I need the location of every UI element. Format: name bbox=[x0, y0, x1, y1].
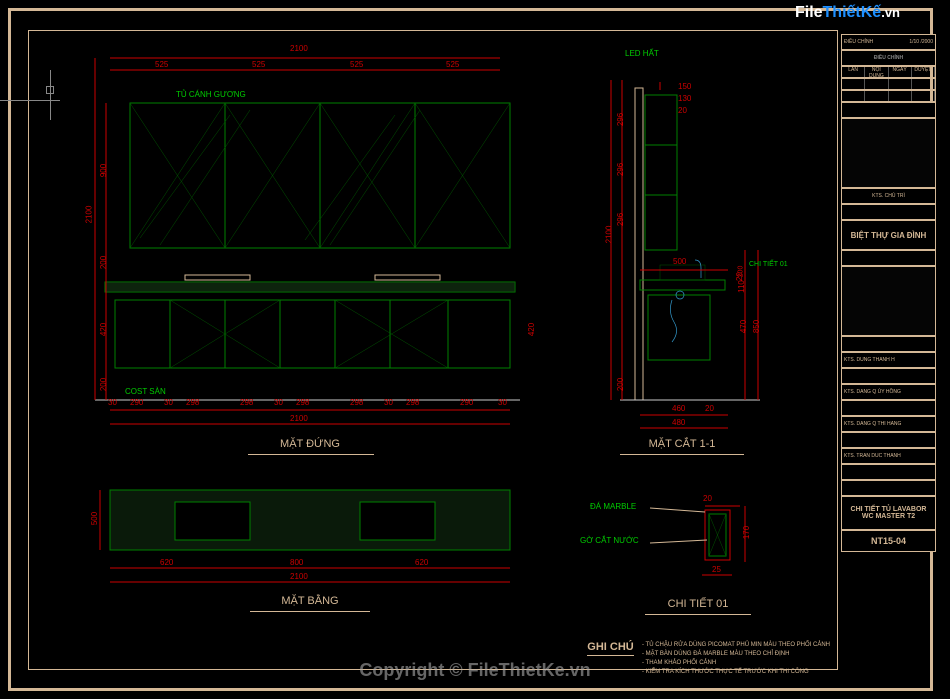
dim-420-r: 420 bbox=[527, 323, 536, 336]
tb-project: BIỆT THỰ GIA ĐÌNH bbox=[841, 220, 936, 250]
d298e: 298 bbox=[406, 398, 419, 407]
tb-sheet-no: NT15-04 bbox=[841, 530, 936, 552]
d298a: 298 bbox=[186, 398, 199, 407]
dim-total-width: 2100 bbox=[290, 44, 308, 53]
dim-500-plan: 500 bbox=[90, 512, 99, 525]
d298c: 298 bbox=[296, 398, 309, 407]
d30e: 30 bbox=[498, 398, 507, 407]
dim-800: 800 bbox=[290, 558, 303, 567]
dim-bay-1: 525 bbox=[155, 60, 168, 69]
d298d: 298 bbox=[350, 398, 363, 407]
dim-d20: 20 bbox=[703, 494, 712, 503]
label-marble: ĐÁ MARBLE bbox=[590, 502, 636, 511]
drawing-svg bbox=[0, 0, 950, 699]
dim-620a: 620 bbox=[160, 558, 173, 567]
tb-scale: 1/10 /2000 bbox=[909, 39, 933, 45]
dim-110: 110 bbox=[737, 280, 746, 293]
dim-2100b: 2100 bbox=[290, 414, 308, 423]
dim-bay-4: 525 bbox=[446, 60, 459, 69]
tb-thumb-1 bbox=[841, 118, 936, 188]
d298b: 298 bbox=[240, 398, 253, 407]
dim-460: 460 bbox=[672, 404, 685, 413]
label-mirror-cab: TỦ CÁNH GƯƠNG bbox=[176, 90, 246, 99]
dim-bay-3: 525 bbox=[350, 60, 363, 69]
dim-420-v: 420 bbox=[99, 323, 108, 336]
dim-500w: 500 bbox=[673, 257, 686, 266]
tb-rev: ĐIỀU CHỈNH bbox=[844, 39, 873, 45]
tb-tk2: KTS. DANG Q ỦY HỒNG bbox=[841, 384, 936, 400]
dim-150: 150 bbox=[678, 82, 691, 91]
dim-900-v: 900 bbox=[99, 164, 108, 177]
ul-elev bbox=[248, 454, 374, 455]
section-view bbox=[611, 80, 760, 428]
dim-200s: 200 bbox=[616, 378, 625, 391]
label-led: LED HẤT bbox=[625, 49, 659, 58]
d290a: 290 bbox=[130, 398, 143, 407]
plan-view bbox=[100, 490, 510, 582]
dim-bay-2: 525 bbox=[252, 60, 265, 69]
dim-2100p: 2100 bbox=[290, 572, 308, 581]
title-detail: CHI TIẾT 01 bbox=[648, 598, 748, 610]
note-1: - TỦ CHẬU RỬA DÙNG PICOMAT PHỦ MIN MÀU T… bbox=[642, 642, 830, 648]
title-plan: MẶT BẰNG bbox=[255, 595, 365, 607]
note-2: - MẶT BÀN DÙNG ĐÁ MARBLE MÀU THEO CHỈ ĐỊ… bbox=[642, 651, 789, 657]
elevation-view bbox=[95, 58, 520, 424]
dim-130: 130 bbox=[678, 94, 691, 103]
dim-850: 850 bbox=[752, 320, 761, 333]
dim-620b: 620 bbox=[415, 558, 428, 567]
dim-480: 480 bbox=[672, 418, 685, 427]
tb-tk3: KTS. DANG Q THI HANG bbox=[841, 416, 936, 432]
dim-200-v: 200 bbox=[99, 256, 108, 269]
cad-canvas[interactable]: FileThiếtKế.vn bbox=[0, 0, 950, 699]
d30c: 30 bbox=[274, 398, 283, 407]
notes-title: GHI CHÚ bbox=[587, 641, 633, 656]
tb-tk4: KTS. TRAN DUC THANH bbox=[841, 448, 936, 464]
title-elevation: MẶT ĐỨNG bbox=[250, 438, 370, 450]
dim-2100-v: 2100 bbox=[84, 206, 93, 224]
d290b: 290 bbox=[460, 398, 473, 407]
ul-sec bbox=[620, 454, 744, 455]
title-section: MẶT CẮT 1-1 bbox=[622, 438, 742, 450]
ul-det bbox=[645, 614, 751, 615]
tb-ktl: KTS. CHỦ TRÌ bbox=[841, 188, 936, 204]
copyright-overlay: Copyright © FileThietKe.vn bbox=[0, 660, 950, 681]
dim-200-v2: 200 bbox=[99, 378, 108, 391]
tb-sheet-title: CHI TIẾT TỦ LAVABOR WC MASTER T2 bbox=[841, 496, 936, 530]
tb-tk1: KTS. DUNG THANH H bbox=[841, 352, 936, 368]
tb-thumb-2 bbox=[841, 266, 936, 336]
detail-view bbox=[650, 506, 745, 575]
d30d: 30 bbox=[384, 398, 393, 407]
tb-colhdr: ĐIỀU CHỈNH bbox=[841, 50, 936, 66]
tb-grid: LẦNNỘI DUNGNGÀYDUYỆT bbox=[841, 66, 936, 78]
dim-296a: 296 bbox=[616, 113, 625, 126]
dim-20: 20 bbox=[678, 106, 687, 115]
dim-d25: 25 bbox=[712, 565, 721, 574]
d30a: 30 bbox=[108, 398, 117, 407]
dim-20b: 20 bbox=[705, 404, 714, 413]
dim-470: 470 bbox=[739, 320, 748, 333]
dim-200r: 200 bbox=[737, 266, 744, 278]
d30b: 30 bbox=[164, 398, 173, 407]
dim-2100s: 2100 bbox=[604, 226, 613, 244]
dim-296b: 296 bbox=[616, 163, 625, 176]
title-block: ĐIỀU CHỈNH 1/10 /2000 ĐIỀU CHỈNH LẦNNỘI … bbox=[841, 34, 936, 674]
ul-plan bbox=[250, 611, 370, 612]
dim-296c: 296 bbox=[616, 213, 625, 226]
label-detailref: CHI TIẾT 01 bbox=[749, 261, 788, 268]
dim-d170: 170 bbox=[742, 526, 751, 539]
label-floor: COST SÀN bbox=[125, 387, 166, 396]
label-drip: GỜ CẮT NƯỚC bbox=[580, 536, 639, 545]
